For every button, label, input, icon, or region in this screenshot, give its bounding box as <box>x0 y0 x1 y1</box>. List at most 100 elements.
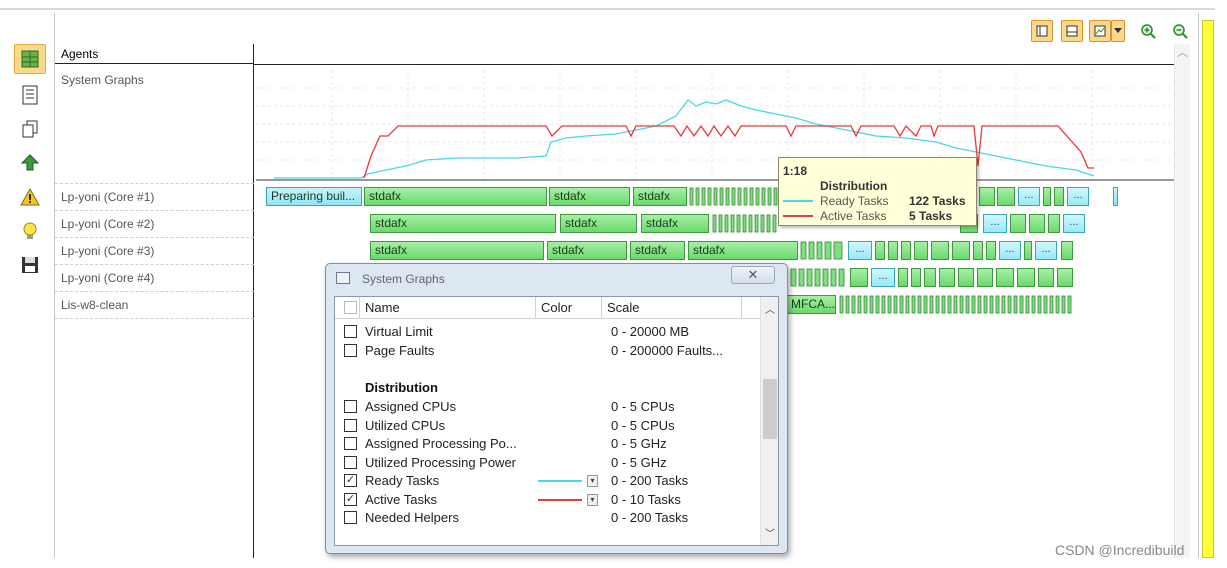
task-bars-lis[interactable] <box>839 295 1073 314</box>
graph-checkbox[interactable] <box>344 400 357 413</box>
task-block[interactable] <box>958 268 974 287</box>
zoom-in-icon[interactable] <box>1137 20 1159 42</box>
task-block[interactable] <box>997 187 1015 206</box>
task-stdafx[interactable]: stdafx <box>633 187 687 206</box>
scroll-up-icon[interactable]: ︿ <box>765 301 775 316</box>
task-block[interactable] <box>952 241 970 260</box>
task-block[interactable] <box>986 241 996 260</box>
task-block[interactable] <box>911 268 921 287</box>
task-block[interactable] <box>1054 187 1064 206</box>
column-header-name[interactable]: Name <box>359 297 535 319</box>
task-bars-core2[interactable] <box>712 214 780 233</box>
task-bars-core4[interactable] <box>790 268 846 287</box>
task-stdafx[interactable]: stdafx <box>549 187 630 206</box>
task-stdafx[interactable]: stdafx <box>547 241 627 260</box>
graph-row-assigned-processing-power[interactable]: Assigned Processing Po... 0 - 5 GHz <box>335 435 760 453</box>
scrollbar-thumb[interactable] <box>763 379 777 439</box>
graph-checkbox[interactable] <box>344 419 357 432</box>
task-block[interactable] <box>1010 214 1026 233</box>
task-stdafx[interactable]: stdafx <box>364 187 547 206</box>
graph-row-assigned-cpus[interactable]: Assigned CPUs 0 - 5 CPUs <box>335 398 760 416</box>
task-preparing-build[interactable]: Preparing buil... <box>266 187 362 206</box>
task-stdafx[interactable]: stdafx <box>641 214 709 233</box>
task-block[interactable] <box>898 268 908 287</box>
agents-header[interactable]: Agents <box>55 44 254 64</box>
task-more[interactable]: ... <box>999 241 1021 260</box>
task-block[interactable] <box>850 268 868 287</box>
agent-row-lis-w8-clean[interactable]: Lis-w8-clean <box>61 298 128 312</box>
task-block[interactable] <box>1024 241 1032 260</box>
task-block[interactable] <box>888 241 898 260</box>
chevron-down-icon[interactable]: ▾ <box>587 475 598 487</box>
graph-row-page-faults[interactable]: Page Faults 0 - 200000 Faults... <box>335 342 760 360</box>
single-pane-icon[interactable] <box>1031 20 1053 42</box>
task-block[interactable] <box>1043 187 1051 206</box>
column-header-scale[interactable]: Scale <box>601 297 741 319</box>
graph-row-utilized-processing-power[interactable]: Utilized Processing Power 0 - 5 GHz <box>335 454 760 472</box>
task-more[interactable]: ... <box>871 268 895 287</box>
task-stdafx[interactable]: stdafx <box>560 214 637 233</box>
agent-row-core-3[interactable]: Lp-yoni (Core #3) <box>61 244 154 258</box>
graph-checkbox[interactable] <box>344 344 357 357</box>
task-block[interactable] <box>914 241 928 260</box>
graph-color-swatch[interactable] <box>538 480 582 482</box>
task-stdafx[interactable]: stdafx <box>370 241 544 260</box>
task-stdafx[interactable]: stdafx <box>630 241 685 260</box>
graph-icon[interactable] <box>1089 20 1111 42</box>
main-vertical-scrollbar[interactable]: ︿ <box>1174 44 1190 558</box>
task-block[interactable] <box>1061 241 1073 260</box>
task-block[interactable] <box>1029 214 1045 233</box>
graph-row-utilized-cpus[interactable]: Utilized CPUs 0 - 5 CPUs <box>335 417 760 435</box>
task-block[interactable] <box>996 268 1014 287</box>
agent-row-system-graphs[interactable]: System Graphs <box>61 73 144 87</box>
agent-row-core-1[interactable]: Lp-yoni (Core #1) <box>61 190 154 204</box>
scroll-down-icon[interactable]: ﹀ <box>765 525 775 540</box>
list-view-icon[interactable] <box>14 80 46 110</box>
task-block[interactable] <box>977 268 993 287</box>
dropdown-arrow-icon[interactable] <box>1111 20 1125 42</box>
task-bars-core1[interactable] <box>689 187 779 206</box>
graph-checkbox[interactable] <box>344 456 357 469</box>
task-block[interactable] <box>931 241 949 260</box>
warning-icon[interactable] <box>14 182 46 212</box>
dialog-vertical-scrollbar[interactable]: ︿ ﹀ <box>760 297 778 545</box>
copy-icon[interactable] <box>14 114 46 144</box>
agent-row-core-4[interactable]: Lp-yoni (Core #4) <box>61 271 154 285</box>
task-block[interactable] <box>979 187 995 206</box>
graph-row-virtual-limit[interactable]: Virtual Limit 0 - 20000 MB <box>335 323 760 341</box>
close-button[interactable]: ✕ <box>731 266 775 284</box>
task-block[interactable] <box>901 241 911 260</box>
upload-icon[interactable] <box>14 148 46 178</box>
task-more[interactable]: ... <box>1063 214 1085 233</box>
dialog-titlebar[interactable]: System Graphs ✕ <box>326 264 787 292</box>
agents-grid-icon[interactable] <box>14 44 46 74</box>
task-stdafx[interactable]: stdafx <box>370 214 556 233</box>
task-more[interactable]: ... <box>1018 187 1040 206</box>
graph-color-swatch[interactable] <box>538 499 582 501</box>
task-block[interactable] <box>1017 268 1035 287</box>
save-icon[interactable] <box>14 250 46 280</box>
graph-checkbox[interactable] <box>344 437 357 450</box>
graph-row-active-tasks[interactable]: ✓ Active Tasks ▾ 0 - 10 Tasks <box>335 491 760 509</box>
task-mfca[interactable]: MFCA... <box>786 295 836 314</box>
graph-row-needed-helpers[interactable]: Needed Helpers 0 - 200 Tasks <box>335 509 760 527</box>
task-block[interactable] <box>1113 187 1118 206</box>
split-pane-icon[interactable] <box>1061 20 1083 42</box>
task-more[interactable]: ... <box>1067 187 1089 206</box>
graph-checkbox-checked[interactable]: ✓ <box>344 474 357 487</box>
task-block[interactable] <box>973 241 983 260</box>
graph-checkbox-checked[interactable]: ✓ <box>344 493 357 506</box>
zoom-out-icon[interactable] <box>1169 20 1191 42</box>
task-block[interactable] <box>875 241 885 260</box>
task-block[interactable] <box>1048 214 1060 233</box>
graph-checkbox[interactable] <box>344 325 357 338</box>
lightbulb-icon[interactable] <box>14 216 46 246</box>
task-block[interactable] <box>939 268 955 287</box>
task-more[interactable]: ... <box>1035 241 1057 260</box>
task-block[interactable] <box>924 268 936 287</box>
task-more[interactable]: ... <box>848 241 872 260</box>
chevron-down-icon[interactable]: ▾ <box>587 494 598 506</box>
agent-row-core-2[interactable]: Lp-yoni (Core #2) <box>61 217 154 231</box>
graph-row-ready-tasks[interactable]: ✓ Ready Tasks ▾ 0 - 200 Tasks <box>335 472 760 490</box>
task-bars-core3[interactable] <box>800 241 846 260</box>
